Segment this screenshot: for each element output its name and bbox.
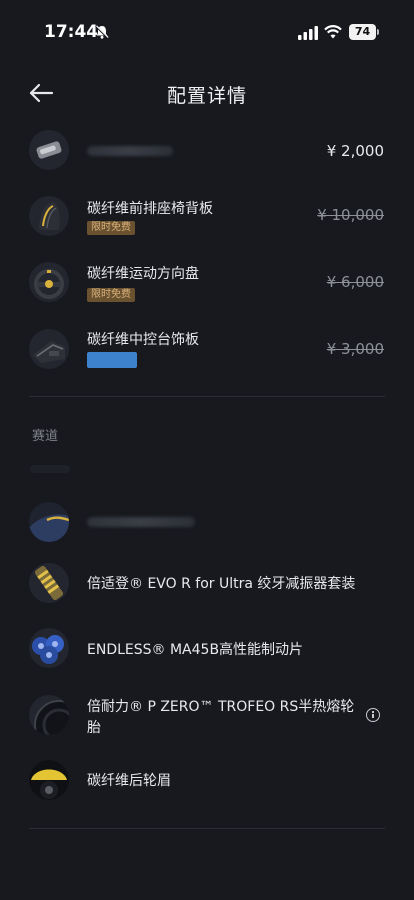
config-item[interactable]: 碳纤维前排座椅背板 限时免费 ¥ 10,000 (0, 192, 414, 242)
battery-tip (377, 29, 379, 35)
item-name: 碳纤维运动方向盘 (87, 266, 199, 282)
item-price-original: ¥ 10,000 (317, 206, 384, 224)
item-thumbnail (29, 563, 69, 603)
item-name: 碳纤维后轮眉 (87, 773, 171, 789)
battery-indicator: 74 (349, 24, 376, 40)
item-price-original: ¥ 6,000 (326, 273, 384, 291)
redacted-item-name (87, 517, 195, 527)
redacted-placeholder (30, 465, 70, 473)
divider (29, 396, 385, 397)
config-item[interactable]: ¥ 2,000 (0, 128, 414, 174)
item-thumbnail (29, 760, 69, 800)
item-name: 倍适登® EVO R for Ultra 绞牙减振器套装 (87, 576, 356, 592)
item-price-original: ¥ 3,000 (326, 340, 384, 358)
wifi-icon (324, 25, 342, 39)
track-item[interactable]: 碳纤维后轮眉 (0, 760, 414, 800)
status-time: 17:44 (44, 22, 99, 42)
item-name: 碳纤维前排座椅背板 (87, 201, 213, 217)
item-thumbnail (29, 262, 69, 302)
limited-free-badge: 限时免费 (87, 221, 135, 235)
item-thumbnail (29, 502, 69, 542)
item-thumbnail (29, 130, 69, 170)
page-title: 配置详情 (166, 85, 247, 107)
item-thumbnail (29, 329, 69, 369)
redacted-item-name (87, 146, 173, 156)
track-item[interactable]: ENDLESS® MA45B高性能制动片 (0, 628, 414, 668)
status-bar: 17:44 74 (0, 0, 414, 60)
track-item[interactable]: 倍耐力® P ZERO™ TROFEO RS半热熔轮 胎 (0, 693, 414, 739)
limited-free-badge: 限时免费 (87, 288, 135, 302)
item-name: ENDLESS® MA45B高性能制动片 (87, 642, 304, 658)
item-name: 碳纤维中控台饰板 (87, 332, 199, 348)
item-thumbnail (29, 196, 69, 236)
divider (29, 828, 385, 829)
item-price: ¥ 2,000 (326, 142, 384, 160)
item-name-line2: 胎 (87, 720, 101, 736)
config-item[interactable]: 碳纤维运动方向盘 限时免费 ¥ 6,000 (0, 258, 414, 308)
item-thumbnail (29, 628, 69, 668)
cellular-signal-icon (298, 26, 318, 40)
blue-tag (87, 352, 137, 368)
section-title-track: 赛道 (32, 429, 59, 444)
track-item[interactable]: 倍适登® EVO R for Ultra 绞牙减振器套装 (0, 563, 414, 603)
config-item[interactable]: 碳纤维中控台饰板 ¥ 3,000 (0, 325, 414, 375)
item-thumbnail (29, 695, 69, 735)
info-icon[interactable] (366, 708, 380, 722)
track-item[interactable] (0, 500, 414, 546)
item-name: 倍耐力® P ZERO™ TROFEO RS半热熔轮 (87, 699, 355, 715)
silent-bell-icon (95, 25, 109, 39)
